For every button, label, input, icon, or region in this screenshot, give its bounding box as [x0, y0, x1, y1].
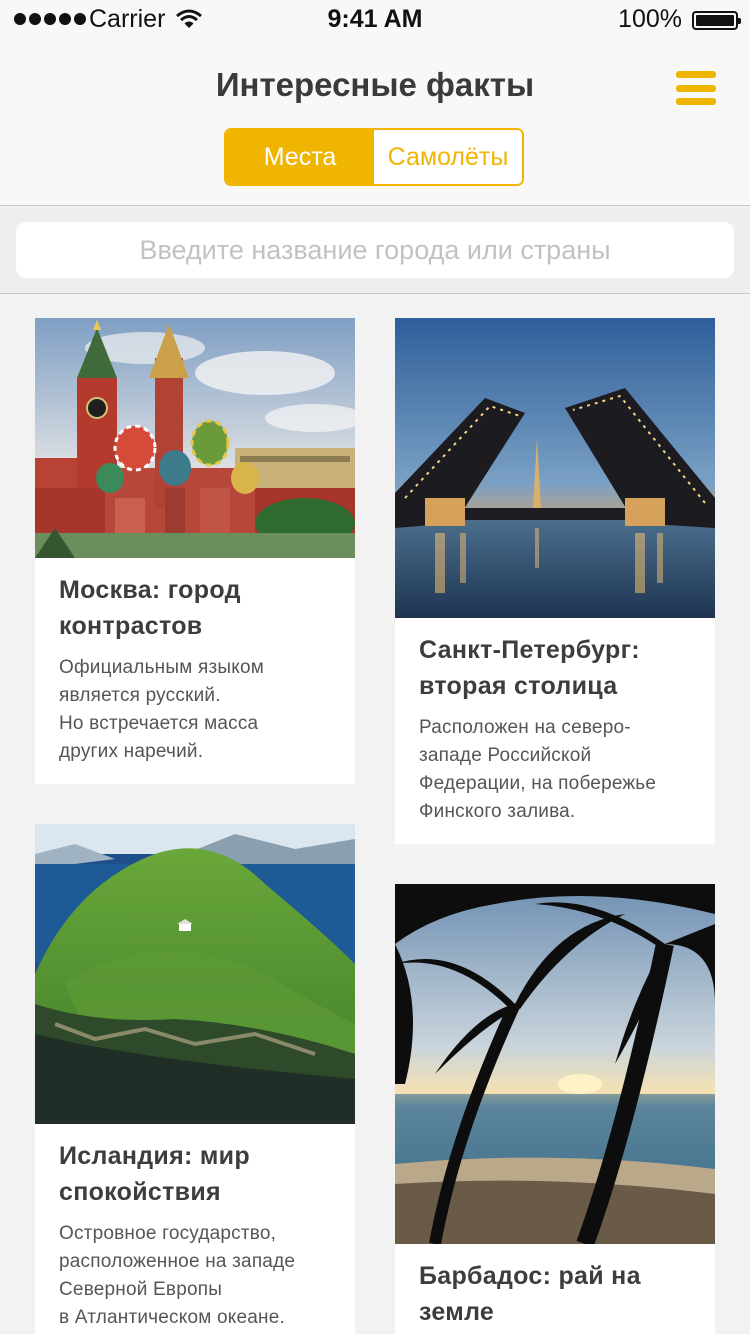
card-title: Москва: город контрастов: [59, 576, 241, 640]
card-barbados[interactable]: Барбадос: рай на земле: [395, 884, 715, 1334]
card-description: Островное государство, расположенное на з…: [59, 1223, 296, 1328]
card-title: Барбадос: рай на земле: [419, 1262, 641, 1326]
status-bar: Carrier 9:41 AM 100%: [0, 0, 750, 40]
drawbridge-image: [395, 318, 715, 618]
card-saint-petersburg[interactable]: Санкт-Петербург: вторая столица Располож…: [395, 318, 715, 844]
moscow-kremlin-image: [35, 318, 355, 558]
page-title: Интересные факты: [215, 66, 535, 103]
hamburger-menu-icon[interactable]: [676, 71, 716, 105]
card-title: Исландия: мир спокойствия: [59, 1142, 250, 1206]
card-description: Расположен на северо-западе Российской Фе…: [419, 717, 657, 822]
card-moscow[interactable]: Москва: город контрастов Официальным язы…: [35, 318, 355, 784]
battery-icon: [692, 11, 741, 30]
nav-header: Интересные факты Места Самолёты: [0, 40, 750, 206]
card-iceland[interactable]: Исландия: мир спокойствия Островное госу…: [35, 824, 355, 1334]
search-input[interactable]: [16, 222, 734, 278]
iceland-island-image: [35, 824, 355, 1124]
tab-planes[interactable]: Самолёты: [374, 130, 522, 184]
card-title: Санкт-Петербург: вторая столица: [419, 636, 640, 700]
search-bar: [0, 207, 750, 294]
barbados-palm-image: [395, 884, 715, 1244]
tab-places[interactable]: Места: [226, 130, 374, 184]
battery-percentage: 100%: [618, 5, 682, 33]
card-description: Официальным языком является русский. Но вс…: [59, 657, 264, 762]
segmented-control: Места Самолёты: [224, 128, 524, 186]
